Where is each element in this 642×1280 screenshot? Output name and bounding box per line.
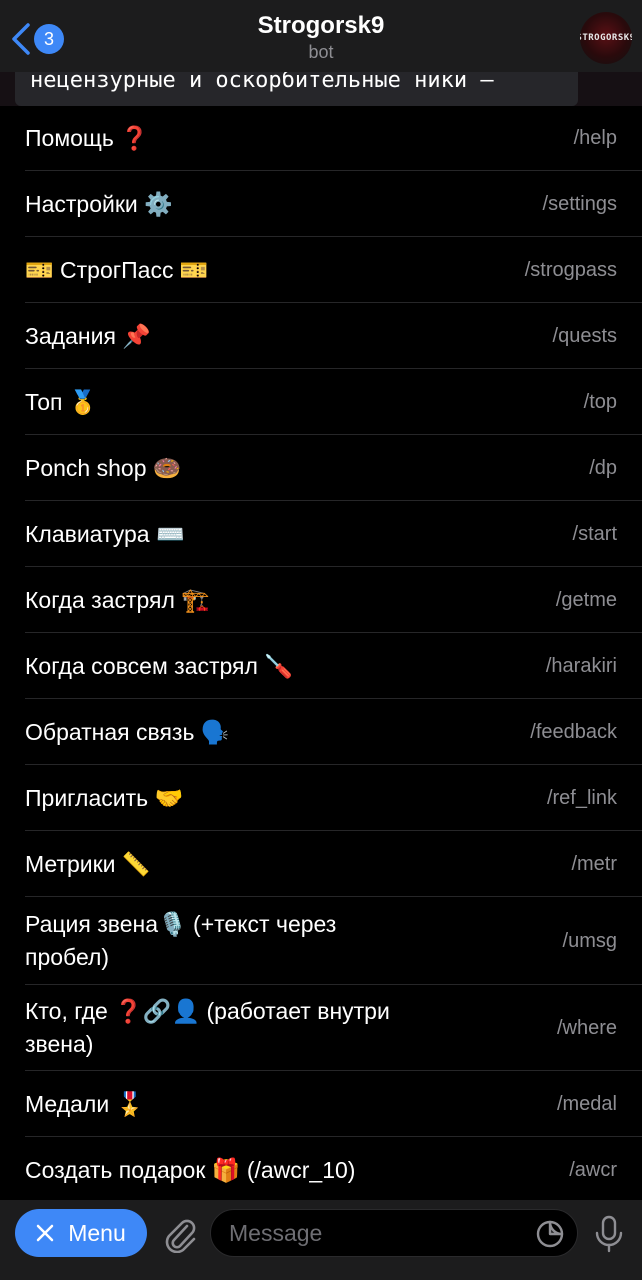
microphone-icon[interactable] xyxy=(592,1214,626,1254)
command-row[interactable]: Топ 🥇 /top xyxy=(0,369,642,435)
back-button[interactable]: 3 xyxy=(10,22,64,56)
message-input-bar: Menu xyxy=(0,1200,642,1280)
command-row[interactable]: Когда совсем застрял 🪛 /harakiri xyxy=(0,633,642,699)
command-name: /top xyxy=(583,390,617,413)
command-label: Обратная связь 🗣️ xyxy=(25,718,230,745)
command-row[interactable]: Создать подарок 🎁 (/awcr_10) /awcr xyxy=(0,1137,642,1200)
command-row[interactable]: 🎫 СтрогПасс 🎫 /strogpass xyxy=(0,237,642,303)
command-label: Метрики 📏 xyxy=(25,850,151,877)
command-label: Создать подарок 🎁 (/awcr_10) xyxy=(25,1156,356,1183)
message-input-wrapper xyxy=(210,1209,578,1257)
avatar[interactable]: STROGORSK9 xyxy=(580,12,632,64)
command-row[interactable]: Медали 🎖️ /medal xyxy=(0,1071,642,1137)
command-label: Когда застрял 🏗️ xyxy=(25,586,210,613)
command-label: 🎫 СтрогПасс 🎫 xyxy=(25,256,209,283)
command-name: /dp xyxy=(589,456,617,479)
command-label: Рация звена🎙️ (+текст через пробел) xyxy=(25,911,337,970)
command-row[interactable]: Задания 📌 /quests xyxy=(0,303,642,369)
paperclip-icon[interactable] xyxy=(160,1213,198,1253)
command-name: /quests xyxy=(552,324,617,347)
close-icon xyxy=(36,1224,54,1242)
command-name: /medal xyxy=(556,1092,617,1115)
sticker-icon[interactable] xyxy=(535,1219,565,1249)
message-bubble: нецензурные и оскорбительные ники – xyxy=(15,72,578,106)
command-row[interactable]: Обратная связь 🗣️ /feedback xyxy=(0,699,642,765)
command-name: /help xyxy=(573,127,617,149)
command-label: Помощь ❓ xyxy=(25,125,149,151)
command-name: /umsg xyxy=(562,929,617,952)
command-row[interactable]: Когда застрял 🏗️ /getme xyxy=(0,567,642,633)
command-row[interactable]: Настройки ⚙️ /settings xyxy=(0,171,642,237)
chevron-left-icon xyxy=(12,23,30,55)
command-name: /ref_link xyxy=(546,786,617,809)
menu-button[interactable]: Menu xyxy=(15,1209,147,1257)
command-name: /metr xyxy=(571,852,617,875)
chat-subtitle: bot xyxy=(308,42,334,62)
command-name: /harakiri xyxy=(545,654,617,677)
command-name: /getme xyxy=(555,588,617,611)
bot-command-list: Помощь ❓ /help Настройки ⚙️ /settings 🎫 Стро… xyxy=(0,106,642,1200)
command-name: /awcr xyxy=(569,1158,617,1181)
command-label: Пригласить 🤝 xyxy=(25,784,184,811)
command-label: Ponch shop 🍩 xyxy=(25,454,182,481)
avatar-logo-text: STROGORSK9 xyxy=(580,33,632,43)
message-input[interactable] xyxy=(229,1219,509,1247)
command-name: /feedback xyxy=(530,720,617,743)
chat-title: Strogorsk9 xyxy=(257,12,385,39)
command-row[interactable]: Пригласить 🤝 /ref_link xyxy=(0,765,642,831)
message-text: нецензурные и оскорбительные ники – xyxy=(30,72,494,93)
command-row[interactable]: Кто, где ❓🔗👤 (работает внутри звена) /whe… xyxy=(0,985,642,1071)
command-name: /settings xyxy=(542,192,617,215)
command-name: /start xyxy=(572,522,617,545)
command-row[interactable]: Рация звена🎙️ (+текст через пробел) /umsg xyxy=(0,897,642,985)
command-row[interactable]: Ponch shop 🍩 /dp xyxy=(0,435,642,501)
unread-count-badge: 3 xyxy=(34,24,64,54)
command-label: Настройки ⚙️ xyxy=(25,190,173,217)
command-label: Кто, где ❓🔗👤 (работает внутри звена) xyxy=(25,998,390,1057)
chat-background: нецензурные и оскорбительные ники – xyxy=(0,72,642,106)
command-label: Задания 📌 xyxy=(25,322,151,349)
chat-header: 3 Strogorsk9 bot STROGORSK9 xyxy=(0,0,642,72)
command-row[interactable]: Метрики 📏 /metr xyxy=(0,831,642,897)
command-row[interactable]: Клавиатура ⌨️ /start xyxy=(0,501,642,567)
chat-title-area[interactable]: Strogorsk9 bot xyxy=(160,12,482,63)
command-name: /strogpass xyxy=(524,258,617,281)
command-row[interactable]: Помощь ❓ /help xyxy=(0,106,642,171)
command-name: /where xyxy=(556,1016,617,1039)
command-label: Топ 🥇 xyxy=(25,388,98,415)
menu-button-label: Menu xyxy=(68,1219,126,1246)
command-label: Клавиатура ⌨️ xyxy=(25,520,185,547)
command-label: Когда совсем застрял 🪛 xyxy=(25,652,293,679)
command-label: Медали 🎖️ xyxy=(25,1090,145,1117)
